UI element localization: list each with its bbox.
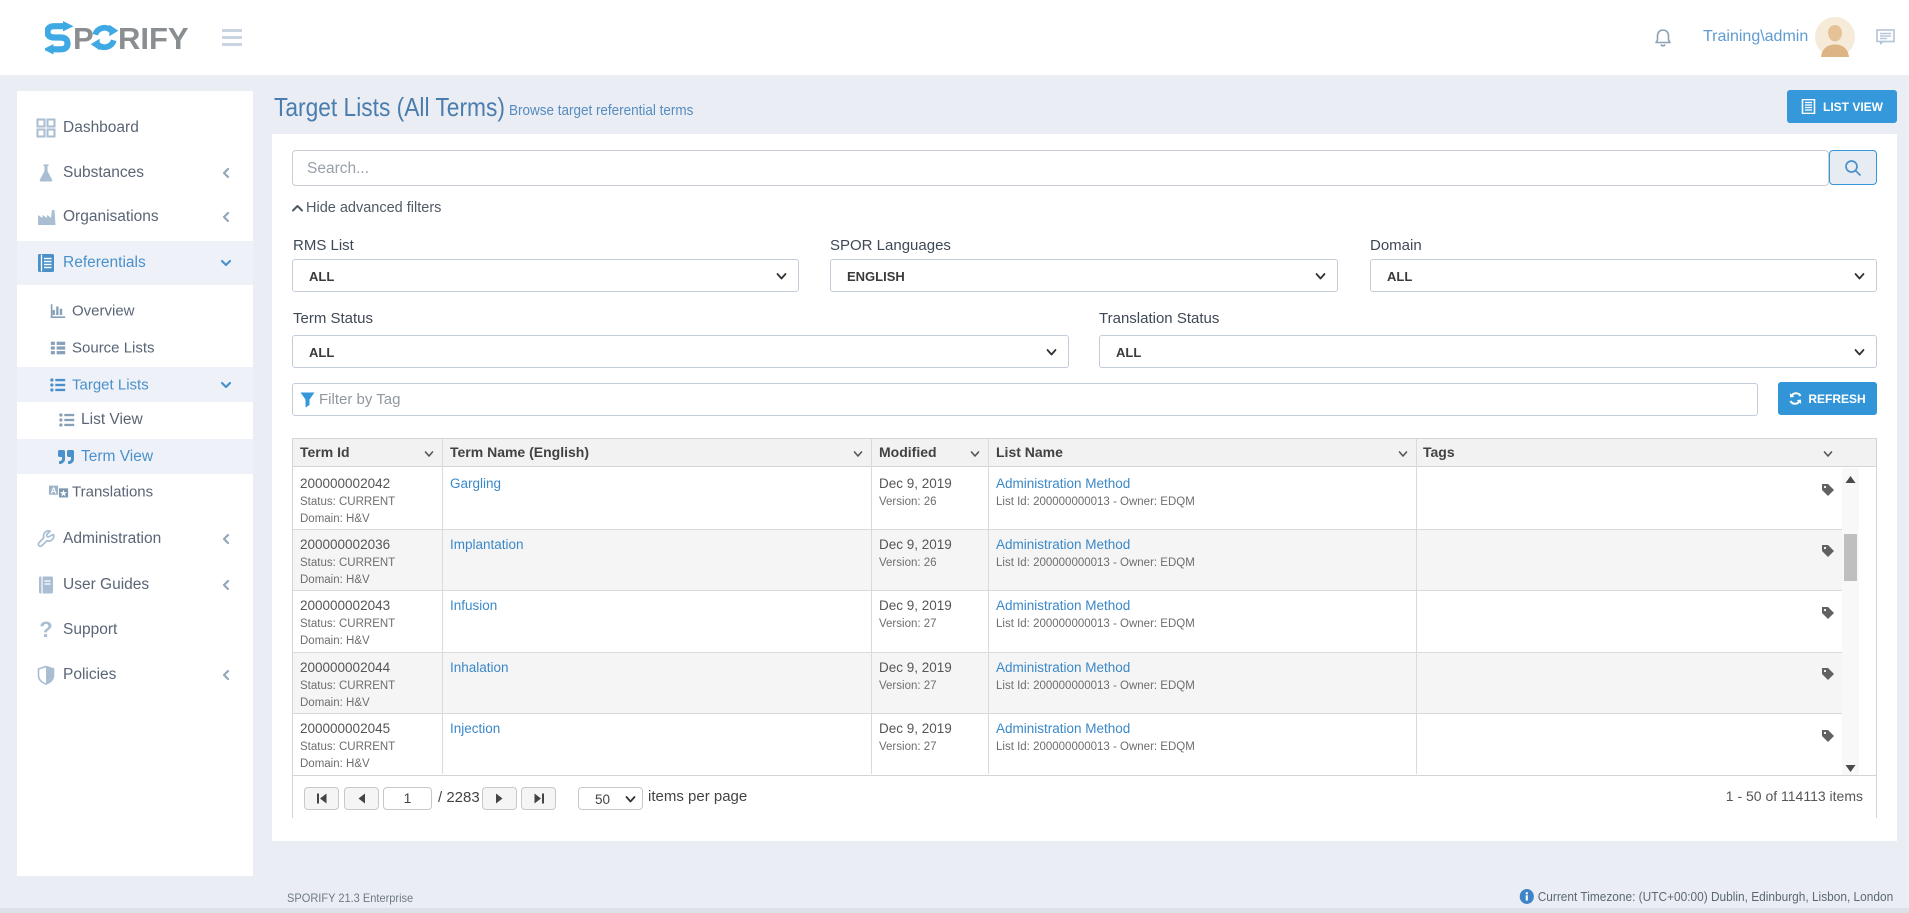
- svg-text:P: P: [73, 21, 94, 56]
- svg-text:★: ★: [59, 489, 68, 498]
- svg-text:A: A: [51, 486, 57, 495]
- svg-text:RIFY: RIFY: [118, 21, 189, 56]
